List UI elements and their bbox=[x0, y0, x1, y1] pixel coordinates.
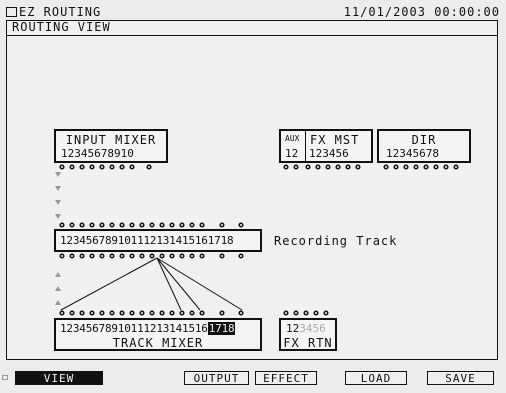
routing-lines bbox=[60, 257, 243, 311]
softkey-bar: ☐ VIEW OUTPUT EFFECT LOAD SAVE bbox=[0, 370, 506, 388]
save-softkey[interactable]: SAVE bbox=[427, 371, 494, 385]
down-arrows bbox=[55, 172, 61, 219]
fx-rtn-ports bbox=[283, 310, 329, 316]
view-softkey[interactable]: VIEW bbox=[15, 371, 103, 385]
input-mixer-ports bbox=[59, 164, 152, 170]
fx-mst-ports bbox=[283, 164, 361, 170]
dir-ports bbox=[383, 164, 459, 170]
routing-diagram bbox=[55, 164, 459, 316]
lcd-screen: EZ ROUTING 11/01/2003 00:00:00 ROUTING V… bbox=[0, 0, 506, 393]
keyboard-icon: ☐ bbox=[2, 372, 9, 383]
up-arrows bbox=[55, 272, 61, 305]
track-mixer-ports bbox=[59, 310, 244, 316]
effect-softkey[interactable]: EFFECT bbox=[255, 371, 317, 385]
recording-track-top-ports bbox=[59, 222, 244, 228]
recording-track-bottom-ports bbox=[59, 253, 244, 259]
load-softkey[interactable]: LOAD bbox=[345, 371, 407, 385]
output-softkey[interactable]: OUTPUT bbox=[184, 371, 249, 385]
